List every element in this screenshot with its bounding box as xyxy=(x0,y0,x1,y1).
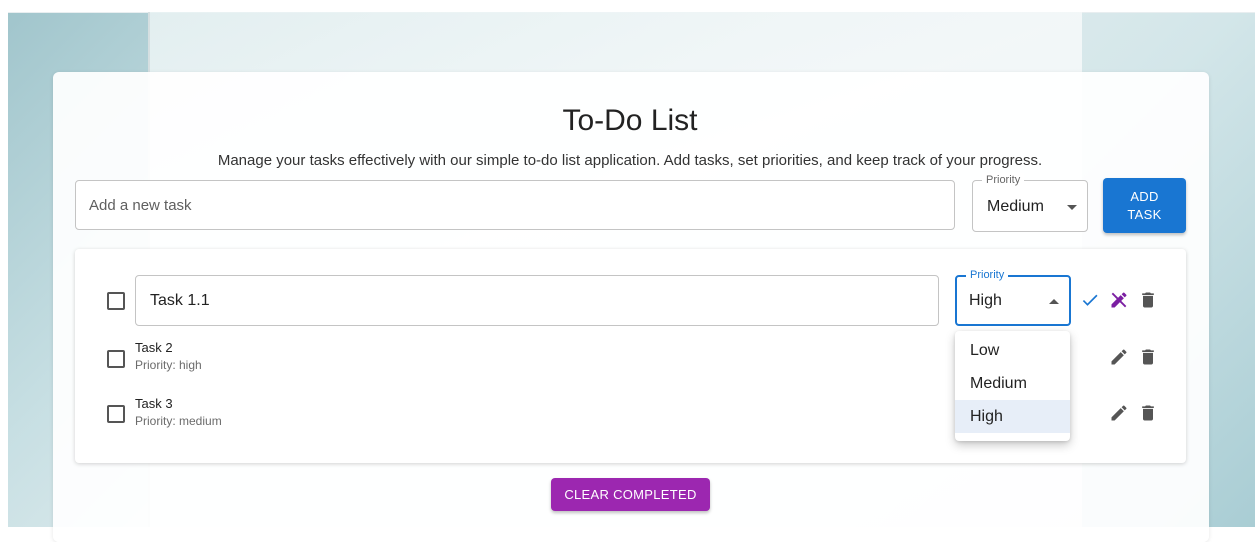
new-task-input[interactable] xyxy=(76,181,954,229)
chevron-up-icon xyxy=(1049,299,1059,304)
new-task-priority-select[interactable]: Priority Medium xyxy=(972,173,1088,232)
task-1-edit-input[interactable] xyxy=(136,276,938,325)
left-gutter xyxy=(0,12,8,527)
task-2-delete-icon[interactable] xyxy=(1138,347,1158,367)
task-3-delete-icon[interactable] xyxy=(1138,403,1158,423)
check-icon[interactable] xyxy=(1080,290,1100,310)
task-3-priority: Priority: medium xyxy=(135,414,222,428)
task-1-priority-select[interactable]: Priority High xyxy=(955,268,1071,326)
task-1-delete-icon[interactable] xyxy=(1138,290,1158,310)
priority-option-high[interactable]: High xyxy=(955,400,1070,433)
task-1-edit-field[interactable] xyxy=(135,275,939,326)
chevron-down-icon xyxy=(1067,205,1077,210)
task-3-name: Task 3 xyxy=(135,396,173,411)
new-task-field[interactable] xyxy=(75,180,955,230)
task-2-name: Task 2 xyxy=(135,340,173,355)
task-2-checkbox[interactable] xyxy=(107,350,125,368)
add-task-button[interactable]: ADD TASK xyxy=(1103,178,1186,233)
task-1-priority-label: Priority xyxy=(966,268,1009,282)
task-1-checkbox[interactable] xyxy=(107,292,125,310)
page-title: To-Do List xyxy=(562,104,698,137)
priority-option-low[interactable]: Low xyxy=(955,334,1070,367)
priority-option-medium[interactable]: Medium xyxy=(955,367,1070,400)
page-subtitle: Manage your tasks effectively with our s… xyxy=(217,152,1043,169)
clear-completed-button[interactable]: CLEAR COMPLETED xyxy=(551,478,710,511)
task-2-edit-icon[interactable] xyxy=(1109,347,1129,367)
task-3-edit-icon[interactable] xyxy=(1109,403,1129,423)
task-1-priority-value: High xyxy=(969,292,1002,309)
add-task-label-line2: TASK xyxy=(1127,206,1162,222)
cancel-edit-icon[interactable] xyxy=(1109,290,1129,310)
task-3-checkbox[interactable] xyxy=(107,405,125,423)
priority-select-value: Medium xyxy=(987,198,1044,215)
priority-select-label: Priority xyxy=(982,173,1025,187)
add-task-label-line1: ADD xyxy=(1130,188,1159,204)
priority-dropdown-menu: Low Medium High xyxy=(955,331,1070,441)
task-2-priority: Priority: high xyxy=(135,358,202,372)
